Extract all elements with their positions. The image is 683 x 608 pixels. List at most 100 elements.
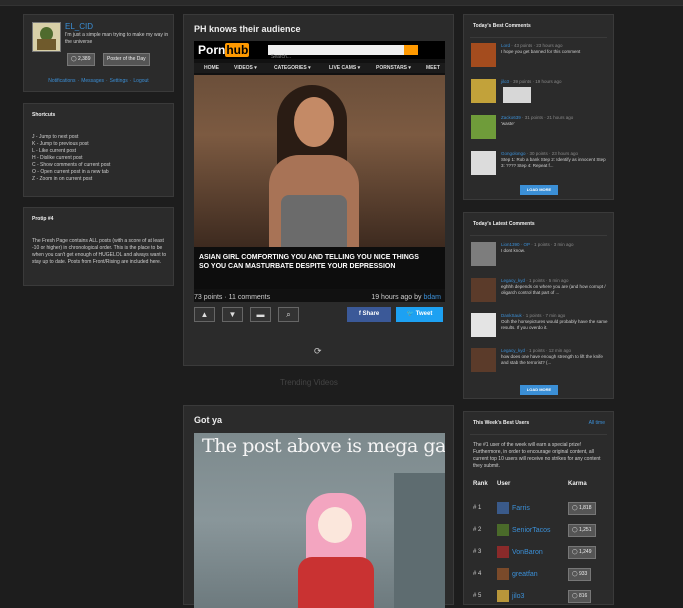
- profile-links: Notifications · Messages · Settings · Logout: [48, 78, 149, 84]
- user-name[interactable]: jilo3: [512, 593, 524, 600]
- downvote-button[interactable]: ▼: [222, 307, 243, 322]
- comment-image[interactable]: [503, 87, 531, 103]
- post-card: PH knows their audience Pornhub Search..…: [183, 14, 454, 366]
- tweet-button[interactable]: 🐦 Tweet: [396, 307, 443, 322]
- pornhub-header: Pornhub Search...: [194, 41, 445, 60]
- user-karma: ◯ 1,249: [568, 546, 596, 559]
- post-image[interactable]: The post above is mega gay: [194, 433, 445, 608]
- comment-thumbnail[interactable]: [471, 43, 496, 67]
- post-image[interactable]: Pornhub Search... HOME VIDEOS ▾ CATEGORI…: [194, 41, 445, 302]
- post-title[interactable]: Got ya: [194, 415, 222, 425]
- meme-text: The post above is mega gay: [202, 435, 445, 457]
- post-time-author: 19 hours ago by bdam: [371, 294, 441, 301]
- video-still: [194, 75, 445, 247]
- shortcut-item: O - Open current post in a new tab: [32, 169, 109, 175]
- settings-link[interactable]: Settings: [110, 78, 128, 84]
- shortcut-item: J - Jump to next post: [32, 134, 79, 140]
- user-karma: ◯ 933: [568, 568, 592, 581]
- best-comments-title: Today's Best Comments: [473, 23, 531, 29]
- user-karma: ◯ 816: [568, 590, 592, 603]
- search-icon: [404, 45, 418, 55]
- rank-header: Rank: [473, 481, 488, 487]
- pornhub-search-field: Search...: [268, 45, 404, 60]
- best-users-intro: The #1 user of the week will earn a spec…: [473, 442, 601, 469]
- user-avatar[interactable]: [497, 502, 509, 514]
- notifications-link[interactable]: Notifications: [48, 78, 75, 84]
- protip-panel: Protip #4 The Fresh Page contains ALL po…: [23, 207, 174, 286]
- image-caption-box: ASIAN GIRL COMFORTING YOU AND TELLING YO…: [194, 247, 445, 289]
- post-author-link[interactable]: bdam: [423, 294, 441, 301]
- best-users-title: This Week's Best Users: [473, 420, 530, 426]
- load-more-button[interactable]: LOAD MORE: [520, 385, 558, 395]
- user-avatar[interactable]: [497, 546, 509, 558]
- user-name[interactable]: VonBaron: [512, 549, 543, 556]
- nav-item: PORNSTARS ▾: [376, 65, 411, 71]
- messages-link[interactable]: Messages: [81, 78, 104, 84]
- person-figure: [269, 85, 359, 247]
- logout-link[interactable]: Logout: [133, 78, 148, 84]
- profile-panel: EL_CID I'm just a simple man trying to m…: [23, 14, 174, 92]
- pornhub-nav: HOME VIDEOS ▾ CATEGORIES ▾ LIVE CAMS ▾ P…: [194, 63, 445, 73]
- shortcut-item: H - Dislike current post: [32, 155, 83, 161]
- user-karma: ◯ 1,818: [568, 502, 596, 515]
- pornhub-logo: Pornhub: [198, 43, 250, 57]
- post-card: Got ya The post above is mega gay: [183, 405, 454, 608]
- upvote-button[interactable]: ▲: [194, 307, 215, 322]
- user-name[interactable]: greatfan: [512, 571, 538, 578]
- user-row[interactable]: # 4 greatfan ◯ 933: [473, 568, 607, 582]
- trending-videos-label[interactable]: Trending Videos: [280, 378, 338, 387]
- shortcuts-panel: Shortcuts J - Jump to next post K - Jump…: [23, 103, 174, 197]
- best-users-panel: This Week's Best Users All time The #1 u…: [463, 411, 614, 605]
- loading-spinner-icon: ⟳: [314, 346, 322, 356]
- shortcut-item: Z - Zoom in on current post: [32, 176, 93, 182]
- post-points-comments[interactable]: 73 points · 11 comments: [194, 294, 270, 301]
- best-comments-panel: Today's Best Comments Lord · 43 points ·…: [463, 14, 614, 200]
- user-rank: # 3: [473, 549, 482, 555]
- comment-thumbnail[interactable]: [471, 348, 496, 372]
- profile-bio: I'm just a simple man trying to make my …: [65, 32, 169, 45]
- top-bar: [0, 0, 683, 6]
- comment-thumbnail[interactable]: [471, 115, 496, 139]
- nav-item: MEET: [426, 65, 440, 71]
- user-rank: # 4: [473, 571, 482, 577]
- nav-item: HOME: [204, 65, 219, 71]
- user-name[interactable]: Farris: [512, 505, 530, 512]
- comment-thumbnail[interactable]: [471, 278, 496, 302]
- comment-thumbnail[interactable]: [471, 313, 496, 337]
- shortcuts-title: Shortcuts: [32, 112, 56, 118]
- comment-thumbnail[interactable]: [471, 242, 496, 266]
- latest-comments-title: Today's Latest Comments: [473, 221, 535, 227]
- points-badge: ◯ 2,389: [67, 53, 95, 66]
- shortcut-item: L - Like current post: [32, 148, 77, 154]
- user-rank: # 2: [473, 527, 482, 533]
- load-more-button[interactable]: LOAD MORE: [520, 185, 558, 195]
- user-avatar[interactable]: [497, 590, 509, 602]
- protip-title: Protip #4: [32, 216, 54, 222]
- user-karma: ◯ 1,251: [568, 524, 596, 537]
- user-avatar[interactable]: [497, 524, 509, 536]
- avatar[interactable]: [32, 22, 61, 52]
- comment-thumbnail[interactable]: [471, 151, 496, 175]
- nav-item: CATEGORIES ▾: [274, 65, 311, 71]
- nav-item: LIVE CAMS ▾: [329, 65, 361, 71]
- shortcuts-list: J - Jump to next post K - Jump to previo…: [32, 134, 170, 183]
- all-time-link[interactable]: All time: [589, 420, 605, 426]
- user-rank: # 5: [473, 593, 482, 599]
- comment-thumbnail[interactable]: [471, 79, 496, 103]
- zoom-button[interactable]: ⌕: [278, 307, 299, 322]
- post-title[interactable]: PH knows their audience: [194, 24, 301, 34]
- image-caption: ASIAN GIRL COMFORTING YOU AND TELLING YO…: [199, 254, 419, 270]
- user-row[interactable]: # 1 Farris ◯ 1,818: [473, 502, 607, 516]
- user-row[interactable]: # 3 VonBaron ◯ 1,249: [473, 546, 607, 560]
- facebook-share-button[interactable]: f Share: [347, 307, 391, 322]
- shortcut-item: K - Jump to previous post: [32, 141, 89, 147]
- nav-item: VIDEOS ▾: [234, 65, 257, 71]
- profile-username[interactable]: EL_CID: [65, 22, 93, 31]
- protip-text: The Fresh Page contains ALL posts (with …: [32, 238, 167, 265]
- user-row[interactable]: # 2 SeniorTacos ◯ 1,251: [473, 524, 607, 538]
- user-header: User: [497, 481, 511, 487]
- karma-header: Karma: [568, 481, 587, 487]
- user-avatar[interactable]: [497, 568, 509, 580]
- user-name[interactable]: SeniorTacos: [512, 527, 551, 534]
- comment-button[interactable]: ▬: [250, 307, 271, 322]
